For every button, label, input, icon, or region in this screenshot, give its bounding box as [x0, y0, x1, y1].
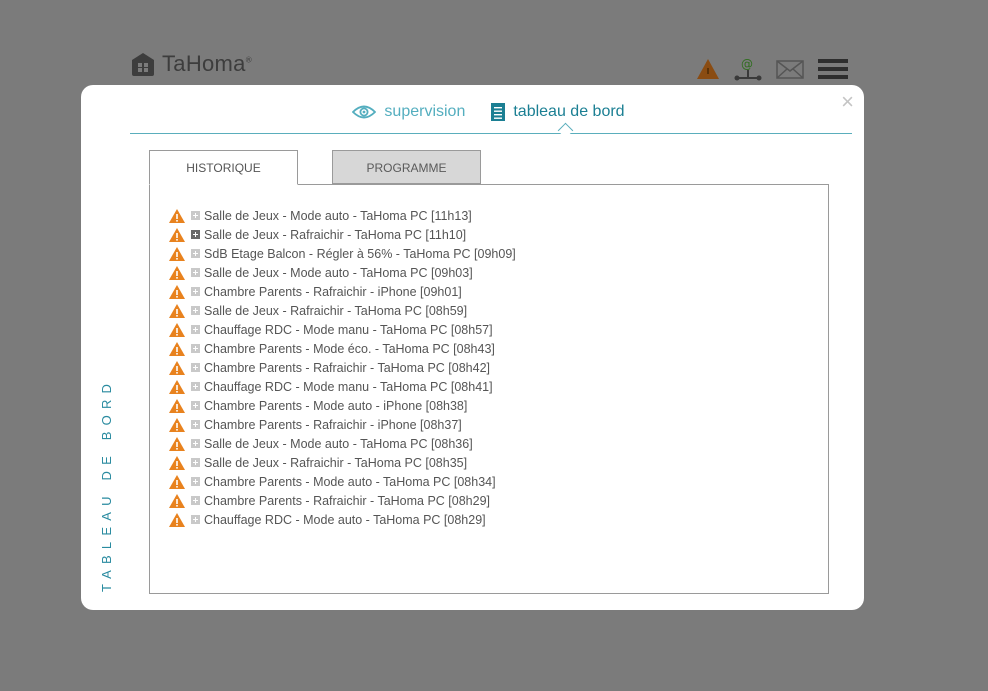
nav-dashboard[interactable]: tableau de bord [491, 103, 625, 121]
header-icons: @ [696, 56, 848, 87]
mail-icon[interactable] [776, 58, 804, 85]
warning-icon [169, 360, 185, 375]
expand-icon[interactable] [191, 249, 200, 258]
modal-nav: supervision tableau de bord [81, 101, 864, 123]
nav-active-indicator [557, 122, 574, 139]
expand-icon[interactable] [191, 211, 200, 220]
expand-icon[interactable] [191, 458, 200, 467]
nav-supervision-label: supervision [384, 103, 466, 120]
tab-program[interactable]: PROGRAMME [332, 150, 481, 184]
history-entry: Chambre Parents - Rafraichir - iPhone [0… [204, 417, 462, 432]
list-item: Salle de Jeux - Rafraichir - TaHoma PC [… [169, 225, 516, 244]
list-item: Chambre Parents - Rafraichir - TaHoma PC… [169, 491, 516, 510]
nav-supervision[interactable]: supervision [352, 103, 465, 121]
expand-icon[interactable] [191, 268, 200, 277]
list-item: Chambre Parents - Rafraichir - iPhone [0… [169, 282, 516, 301]
history-entry: Salle de Jeux - Mode auto - TaHoma PC [1… [204, 208, 472, 223]
history-entry: Chauffage RDC - Mode auto - TaHoma PC [0… [204, 512, 486, 527]
expand-icon[interactable] [191, 439, 200, 448]
expand-icon[interactable] [191, 325, 200, 334]
list-item: Salle de Jeux - Mode auto - TaHoma PC [1… [169, 206, 516, 225]
list-item: Chambre Parents - Mode éco. - TaHoma PC … [169, 339, 516, 358]
warning-icon [169, 379, 185, 394]
history-entry: SdB Etage Balcon - Régler à 56% - TaHoma… [204, 246, 516, 261]
history-entry: Chambre Parents - Rafraichir - TaHoma PC… [204, 493, 490, 508]
list-item: Salle de Jeux - Rafraichir - TaHoma PC [… [169, 453, 516, 472]
warning-icon [169, 227, 185, 242]
history-entry: Chambre Parents - Rafraichir - TaHoma PC… [204, 360, 490, 375]
document-icon [491, 103, 506, 121]
expand-icon[interactable] [191, 477, 200, 486]
history-entry: Chambre Parents - Mode auto - iPhone [08… [204, 398, 468, 413]
history-entry: Chauffage RDC - Mode manu - TaHoma PC [0… [204, 322, 493, 337]
warning-icon [169, 284, 185, 299]
list-item: Salle de Jeux - Rafraichir - TaHoma PC [… [169, 301, 516, 320]
expand-icon[interactable] [191, 515, 200, 524]
history-entry: Salle de Jeux - Mode auto - TaHoma PC [0… [204, 436, 473, 451]
expand-icon[interactable] [191, 344, 200, 353]
history-entry: Salle de Jeux - Mode auto - TaHoma PC [0… [204, 265, 473, 280]
history-entry: Chauffage RDC - Mode manu - TaHoma PC [0… [204, 379, 493, 394]
list-item: Chauffage RDC - Mode manu - TaHoma PC [0… [169, 377, 516, 396]
warning-icon [169, 512, 185, 527]
expand-icon[interactable] [191, 306, 200, 315]
list-item: Chambre Parents - Rafraichir - iPhone [0… [169, 415, 516, 434]
svg-text:@: @ [741, 57, 753, 71]
expand-icon[interactable] [191, 287, 200, 296]
nav-divider [130, 133, 852, 134]
list-item: Chauffage RDC - Mode auto - TaHoma PC [0… [169, 510, 516, 529]
history-list: Salle de Jeux - Mode auto - TaHoma PC [1… [169, 206, 516, 529]
warning-icon [169, 341, 185, 356]
warning-icon [169, 398, 185, 413]
history-entry: Salle de Jeux - Rafraichir - TaHoma PC [… [204, 227, 467, 242]
warning-icon [169, 322, 185, 337]
history-entry: Chambre Parents - Rafraichir - iPhone [0… [204, 284, 462, 299]
warning-icon [169, 208, 185, 223]
expand-icon[interactable] [191, 496, 200, 505]
expand-icon[interactable] [191, 382, 200, 391]
warning-icon [169, 417, 185, 432]
list-item: Chambre Parents - Rafraichir - TaHoma PC… [169, 358, 516, 377]
list-item: Salle de Jeux - Mode auto - TaHoma PC [0… [169, 263, 516, 282]
history-entry: Salle de Jeux - Rafraichir - TaHoma PC [… [204, 303, 468, 318]
nav-dashboard-label: tableau de bord [513, 103, 625, 120]
history-panel: Salle de Jeux - Mode auto - TaHoma PC [1… [149, 184, 829, 594]
warning-icon [169, 474, 185, 489]
warning-icon[interactable] [696, 58, 720, 85]
warning-icon [169, 265, 185, 280]
logo-text: TaHoma [162, 51, 246, 76]
list-item: Chauffage RDC - Mode manu - TaHoma PC [0… [169, 320, 516, 339]
tahoma-logo: TaHoma® [130, 51, 252, 77]
menu-icon[interactable] [818, 56, 848, 87]
expand-icon[interactable] [191, 401, 200, 410]
history-entry: Salle de Jeux - Rafraichir - TaHoma PC [… [204, 455, 468, 470]
expand-icon[interactable] [191, 363, 200, 372]
warning-icon [169, 455, 185, 470]
list-item: Chambre Parents - Mode auto - TaHoma PC … [169, 472, 516, 491]
network-icon[interactable]: @ [734, 56, 762, 87]
history-entry: Chambre Parents - Mode auto - TaHoma PC … [204, 474, 496, 489]
side-label: TABLEAU DE BORD [99, 377, 114, 592]
list-item: SdB Etage Balcon - Régler à 56% - TaHoma… [169, 244, 516, 263]
history-entry: Chambre Parents - Mode éco. - TaHoma PC … [204, 341, 495, 356]
expand-icon[interactable] [191, 230, 200, 239]
list-item: Chambre Parents - Mode auto - iPhone [08… [169, 396, 516, 415]
dashboard-modal: × supervision tableau de bord TABLEAU DE… [81, 85, 864, 610]
warning-icon [169, 493, 185, 508]
eye-icon [352, 105, 377, 119]
warning-icon [169, 436, 185, 451]
warning-icon [169, 303, 185, 318]
expand-icon[interactable] [191, 420, 200, 429]
house-logo-icon [132, 53, 154, 76]
tab-history[interactable]: HISTORIQUE [149, 150, 298, 185]
warning-icon [169, 246, 185, 261]
logo-mark: ® [245, 55, 252, 65]
list-item: Salle de Jeux - Mode auto - TaHoma PC [0… [169, 434, 516, 453]
